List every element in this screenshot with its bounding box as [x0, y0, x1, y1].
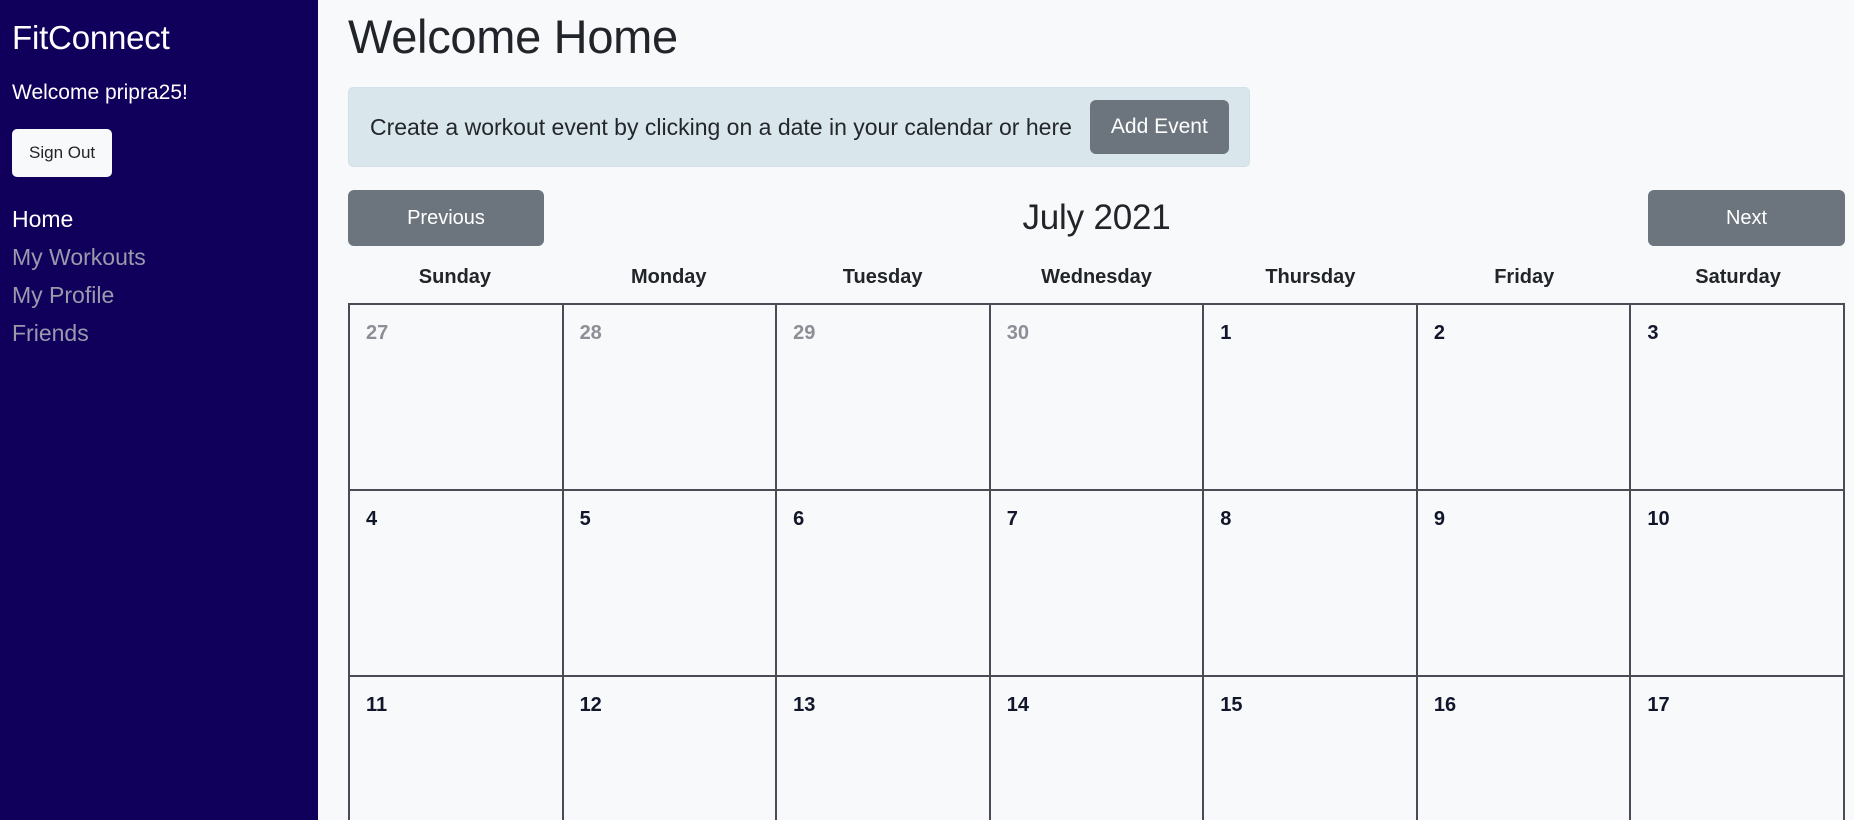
calendar-day-number: 1 [1220, 322, 1232, 344]
calendar-week-row: 27 28 29 30 1 2 3 [350, 305, 1845, 491]
create-event-alert-text: Create a workout event by clicking on a … [370, 114, 1072, 140]
sidebar-item-friends[interactable]: Friends [12, 314, 318, 352]
brand-title: FitConnect [12, 19, 170, 56]
calendar-day-number: 29 [793, 322, 816, 344]
previous-month-button[interactable]: Previous [348, 190, 544, 246]
calendar-day-number: 9 [1433, 508, 1445, 530]
calendar-day-number: 28 [579, 322, 602, 344]
calendar-week-row: 4 5 6 7 8 9 10 [350, 491, 1845, 677]
calendar-day-number: 5 [579, 508, 591, 530]
calendar-day-cell[interactable]: 28 [563, 305, 778, 491]
calendar-week-row: 11 12 13 14 15 16 17 [350, 677, 1845, 820]
sidebar: FitConnect Welcome pripra25! Sign Out Ho… [0, 0, 318, 820]
calendar-day-cell[interactable]: 17 [1631, 677, 1845, 820]
weekday-saturday: Saturday [1695, 266, 1781, 288]
calendar-day-number: 6 [793, 508, 805, 530]
calendar-day-number: 11 [366, 694, 388, 716]
calendar-day-number: 13 [793, 694, 816, 716]
calendar-day-cell[interactable]: 29 [777, 305, 991, 491]
calendar-day-cell[interactable]: 7 [990, 491, 1205, 677]
weekday-tuesday: Tuesday [842, 266, 923, 288]
page-title: Welcome Home [348, 10, 678, 63]
calendar-day-number: 14 [1006, 694, 1029, 716]
sidebar-item-my-profile[interactable]: My Profile [12, 276, 318, 314]
calendar-day-cell[interactable]: 14 [990, 677, 1205, 820]
calendar-day-cell[interactable]: 4 [350, 491, 564, 677]
calendar-day-number: 30 [1006, 322, 1029, 344]
weekday-friday: Friday [1494, 266, 1555, 288]
calendar-day-number: 16 [1433, 694, 1457, 716]
calendar-day-cell[interactable]: 8 [1204, 491, 1418, 677]
calendar-day-cell[interactable]: 1 [1204, 305, 1418, 491]
calendar-day-number: 8 [1220, 508, 1232, 530]
create-event-alert: Create a workout event by clicking on a … [348, 87, 1250, 167]
calendar-day-cell[interactable]: 5 [563, 491, 778, 677]
calendar-day-cell[interactable]: 12 [563, 677, 778, 820]
add-event-button[interactable]: Add Event [1089, 100, 1229, 154]
sidebar-nav: Home My Workouts My Profile Friends [12, 200, 318, 352]
calendar-day-cell[interactable]: 9 [1417, 491, 1632, 677]
calendar-day-cell[interactable]: 16 [1417, 677, 1632, 820]
calendar-day-number: 27 [366, 322, 389, 344]
calendar-day-number: 15 [1220, 694, 1243, 716]
calendar-month-title: July 2021 [1022, 198, 1171, 237]
app-root: FitConnect Welcome pripra25! Sign Out Ho… [0, 0, 1854, 820]
calendar-day-number: 2 [1433, 322, 1445, 344]
weekday-monday: Monday [630, 266, 707, 288]
weekday-wednesday: Wednesday [1041, 266, 1152, 288]
calendar-day-cell[interactable]: 2 [1417, 305, 1632, 491]
calendar-day-cell[interactable]: 15 [1204, 677, 1418, 820]
calendar-day-cell[interactable]: 6 [777, 491, 991, 677]
calendar-grid: 27 28 29 30 1 2 3 4 5 6 7 8 9 10 11 12 13 14 15 16 17 [348, 303, 1845, 820]
calendar-day-number: 3 [1647, 322, 1659, 344]
main-content: Welcome Home Create a workout event by c… [318, 0, 1854, 820]
calendar-day-number: 12 [579, 694, 602, 716]
calendar-day-cell[interactable]: 10 [1631, 491, 1845, 677]
calendar-weekday-header: Sunday Monday Tuesday Wednesday Thursday… [348, 264, 1845, 290]
calendar-day-number: 10 [1647, 508, 1670, 530]
sidebar-item-home[interactable]: Home [12, 200, 318, 238]
calendar-day-cell[interactable]: 30 [990, 305, 1205, 491]
calendar-day-cell[interactable]: 11 [350, 677, 564, 820]
calendar-month-nav: Previous July 2021 Next [348, 190, 1845, 246]
weekday-sunday: Sunday [418, 266, 492, 288]
weekday-thursday: Thursday [1265, 266, 1356, 288]
calendar-day-cell[interactable]: 27 [350, 305, 564, 491]
calendar-day-number: 4 [366, 508, 378, 530]
calendar-day-number: 17 [1647, 694, 1670, 716]
sign-out-button[interactable]: Sign Out [12, 129, 113, 177]
next-month-button[interactable]: Next [1648, 190, 1845, 246]
calendar-day-number: 7 [1006, 508, 1018, 530]
sidebar-item-my-workouts[interactable]: My Workouts [12, 238, 318, 276]
calendar-day-cell[interactable]: 3 [1631, 305, 1845, 491]
calendar-day-cell[interactable]: 13 [777, 677, 991, 820]
welcome-user-label: Welcome pripra25! [12, 81, 188, 104]
